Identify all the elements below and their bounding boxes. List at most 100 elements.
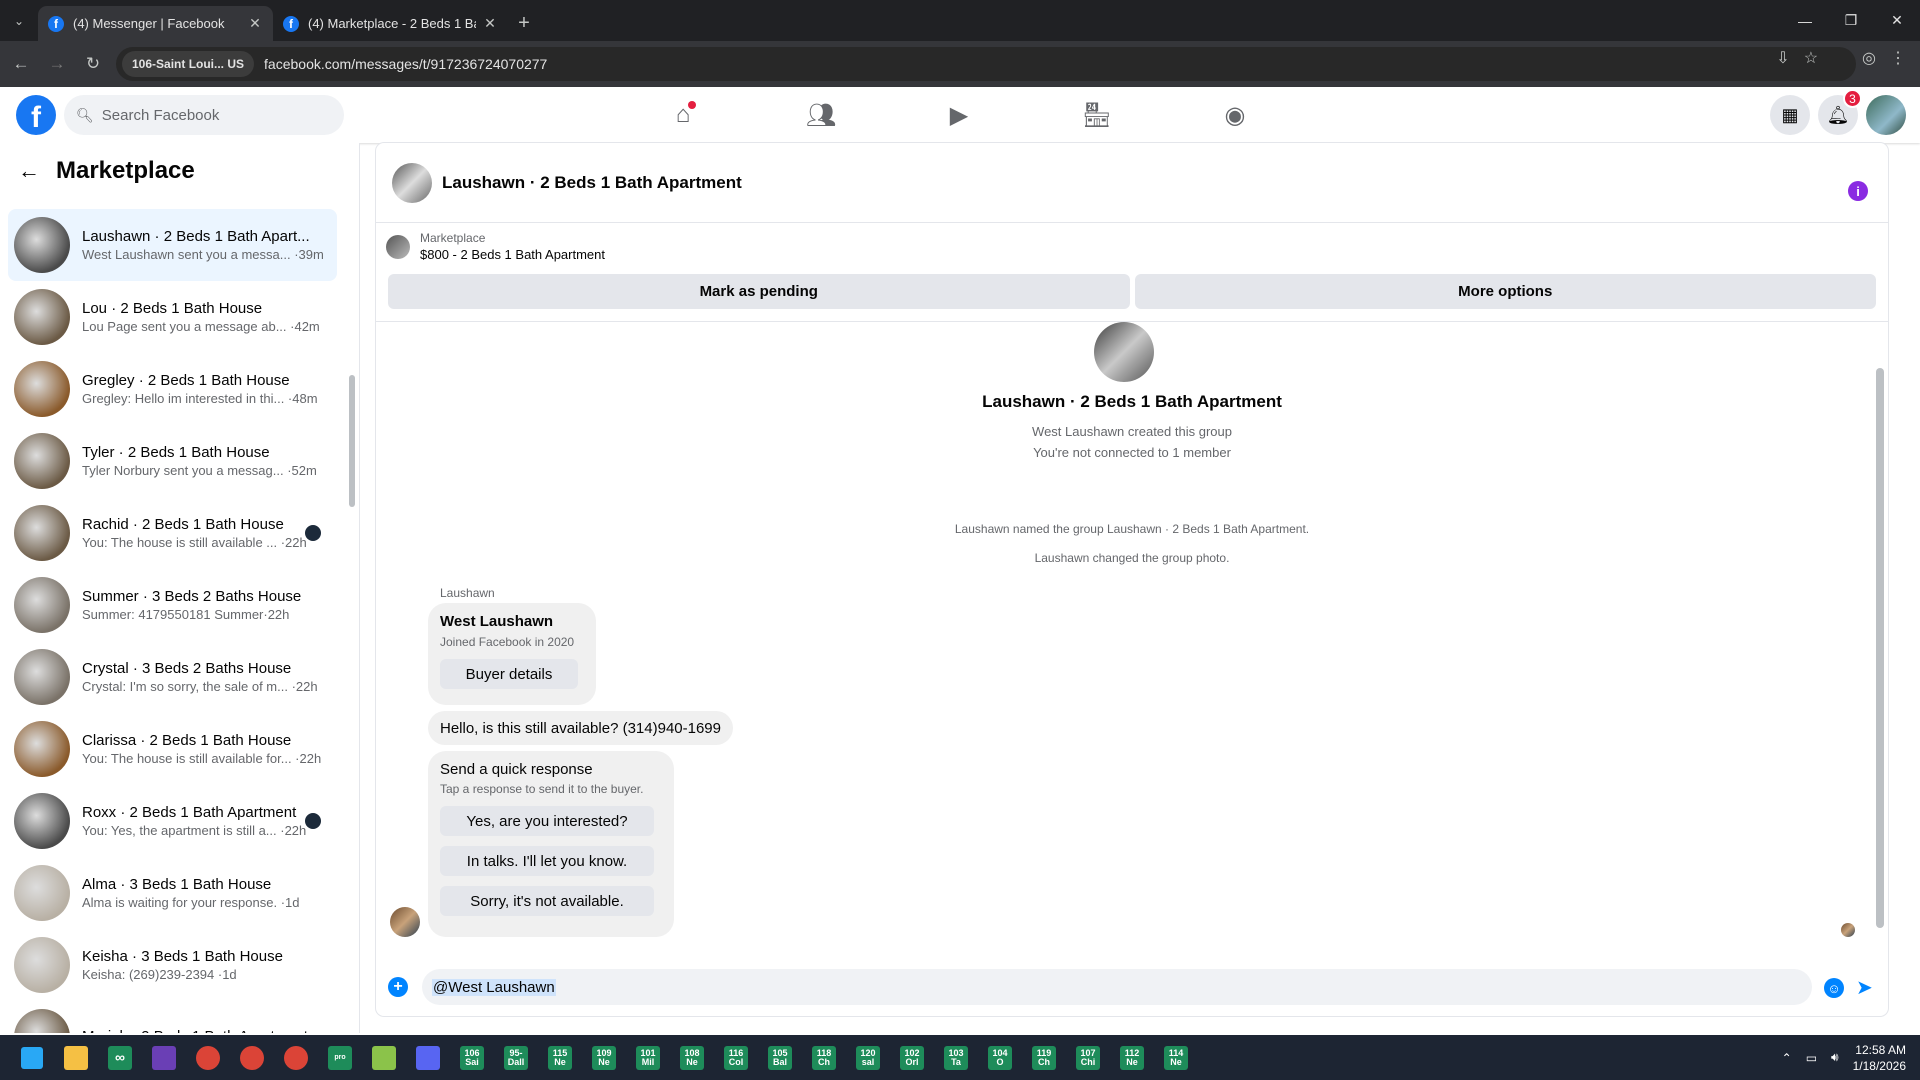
taskbar-app-icon[interactable]: 115 Ne — [542, 1040, 578, 1076]
taskbar-app-icon[interactable]: 114 Ne — [1158, 1040, 1194, 1076]
message-input[interactable]: @West Laushawn — [422, 969, 1812, 1005]
quick-response-not-available[interactable]: Sorry, it's not available. — [440, 886, 654, 916]
taskbar-app-icon[interactable]: 120 sal — [850, 1040, 886, 1076]
pro-file-icon[interactable]: pro — [322, 1040, 358, 1076]
chat-title[interactable]: Laushawn · 2 Beds 1 Bath Apartment — [442, 173, 742, 193]
scrollbar-thumb[interactable] — [1876, 368, 1884, 928]
conversation-item[interactable]: Crystal · 3 Beds 2 Baths House Crystal: I… — [8, 641, 337, 713]
taskbar-app-icon[interactable]: 109 Ne — [586, 1040, 622, 1076]
chrome-icon[interactable] — [190, 1040, 226, 1076]
notifications-bell-icon[interactable]: 🔔︎ 3 — [1818, 89, 1862, 135]
taskbar-app-icon[interactable]: 119 Ch — [1026, 1040, 1062, 1076]
conversation-preview: West Laushawn sent you a messa... ·39m — [82, 247, 324, 262]
url-field[interactable]: 106-Saint Loui... US facebook.com/messag… — [116, 47, 1856, 81]
more-actions-plus-icon[interactable]: + — [388, 977, 408, 997]
search-facebook-input[interactable]: 🔍︎ Search Facebook — [64, 95, 344, 135]
conversation-item[interactable]: Lou · 2 Beds 1 Bath House Lou Page sent y… — [8, 281, 337, 353]
clock[interactable]: 12:58 AM 1/18/2026 — [1853, 1042, 1906, 1074]
back-icon[interactable]: ← — [6, 49, 36, 79]
conversation-item[interactable]: Gregley · 2 Beds 1 Bath House Gregley: He… — [8, 353, 337, 425]
taskbar-app-icon[interactable]: 118 Ch — [806, 1040, 842, 1076]
message-bubble[interactable]: Hello, is this still available? (314)940… — [428, 711, 733, 745]
tray-chevron-icon[interactable]: ⌃ — [1782, 1051, 1792, 1065]
chat-scrollbar[interactable] — [1876, 328, 1884, 940]
taskbar-app-label: 105 Bal — [768, 1045, 792, 1070]
conversation-item[interactable]: Summer · 3 Beds 2 Baths House Summer: 417… — [8, 569, 337, 641]
forward-icon[interactable]: → — [42, 49, 72, 79]
conversation-item[interactable]: Tyler · 2 Beds 1 Bath House Tyler Norbury… — [8, 425, 337, 497]
facebook-favicon-icon: f — [283, 15, 299, 32]
volume-icon[interactable]: 🔊︎ — [1831, 1050, 1839, 1065]
info-icon[interactable]: i — [1848, 181, 1868, 201]
menu-grid-icon[interactable]: ▦ — [1770, 95, 1810, 135]
restore-icon[interactable]: ❐ — [1828, 0, 1874, 41]
conversation-item[interactable]: Keisha · 3 Beds 1 Bath House Keisha: (269… — [8, 929, 337, 1001]
menu-dots-icon[interactable]: ⋮ — [1890, 48, 1906, 68]
chat-header: Laushawn · 2 Beds 1 Bath Apartment — [376, 143, 1888, 223]
buyer-details-button[interactable]: Buyer details — [440, 659, 578, 689]
conversation-item[interactable]: Clarissa · 2 Beds 1 Bath House You: The h… — [8, 713, 337, 785]
profile-icon[interactable]: ◎ — [1862, 48, 1876, 68]
back-arrow-icon[interactable]: ← — [18, 158, 40, 184]
close-tab-icon[interactable]: ✕ — [482, 15, 498, 32]
conversation-thumbnail — [14, 505, 70, 561]
tab-search-icon[interactable]: ⌄ — [0, 0, 38, 41]
network-icon[interactable]: ▭ — [1806, 1051, 1817, 1065]
friends-icon[interactable]: 👥︎ — [752, 87, 890, 143]
conversation-item[interactable]: Laushawn · 2 Beds 1 Bath Apart... West La… — [8, 209, 337, 281]
facebook-logo-icon[interactable]: f — [16, 95, 56, 135]
taskbar-app-icon[interactable]: 102 Orl — [894, 1040, 930, 1076]
conversation-item[interactable]: Alma · 3 Beds 1 Bath House Alma is waitin… — [8, 857, 337, 929]
taskbar-app-icon[interactable]: 108 Ne — [674, 1040, 710, 1076]
marketplace-icon[interactable]: 🏪︎ — [1028, 87, 1166, 143]
bookmark-star-icon[interactable]: ☆ — [1804, 48, 1818, 68]
new-tab-button[interactable]: + — [508, 6, 540, 41]
taskbar-app-icon[interactable]: 103 Ta — [938, 1040, 974, 1076]
send-icon[interactable]: ➤ — [1856, 975, 1873, 1000]
tab-marketplace[interactable]: f (4) Marketplace - 2 Beds 1 Bath ✕ — [273, 6, 508, 41]
listing-info[interactable]: Marketplace $800 - 2 Beds 1 Bath Apartme… — [386, 231, 605, 262]
discord-app-icon[interactable] — [410, 1040, 446, 1076]
minimize-icon[interactable]: — — [1782, 0, 1828, 41]
close-tab-icon[interactable]: ✕ — [247, 15, 263, 32]
home-icon[interactable]: ⌂ — [614, 87, 752, 143]
conversation-item[interactable]: Mariah · 2 Beds 1 Bath Apartment — [8, 1001, 337, 1033]
sender-avatar[interactable] — [390, 907, 420, 937]
groups-icon[interactable]: ◉ — [1166, 87, 1304, 143]
taskbar-app-icon[interactable]: 95- Dall — [498, 1040, 534, 1076]
reload-icon[interactable]: ↻ — [78, 49, 108, 79]
notepad-icon[interactable] — [366, 1040, 402, 1076]
quick-response-in-talks[interactable]: In talks. I'll let you know. — [440, 846, 654, 876]
file-explorer-icon[interactable] — [58, 1040, 94, 1076]
emoji-icon[interactable]: ☺ — [1824, 978, 1844, 998]
visual-studio-icon[interactable] — [146, 1040, 182, 1076]
chrome-profile-h-icon[interactable] — [234, 1040, 270, 1076]
taskbar-app-icon[interactable]: 116 Col — [718, 1040, 754, 1076]
taskbar-app-icon[interactable]: 106 Sai — [454, 1040, 490, 1076]
quick-response-card: Send a quick response Tap a response to … — [428, 751, 674, 937]
taskbar-app-icon[interactable]: 101 Mil — [630, 1040, 666, 1076]
sidebar-scrollbar[interactable] — [348, 195, 356, 1031]
app-infinity-icon[interactable]: ∞ — [102, 1040, 138, 1076]
conversation-item[interactable]: Rachid · 2 Beds 1 Bath House You: The hou… — [8, 497, 337, 569]
mark-as-pending-button[interactable]: Mark as pending — [388, 274, 1130, 309]
taskbar-app-icon[interactable]: 107 Chi — [1070, 1040, 1106, 1076]
taskbar-app-label: 120 sal — [856, 1045, 880, 1070]
close-window-icon[interactable]: ✕ — [1874, 0, 1920, 41]
chat-avatar[interactable] — [392, 162, 432, 203]
quick-response-yes[interactable]: Yes, are you interested? — [440, 806, 654, 836]
conversation-item[interactable]: Roxx · 2 Beds 1 Bath Apartment You: Yes, … — [8, 785, 337, 857]
install-app-icon[interactable]: ⇩ — [1776, 48, 1789, 68]
taskbar-app-icon[interactable]: 105 Bal — [762, 1040, 798, 1076]
video-icon[interactable]: ▶ — [890, 87, 1028, 143]
start-windows-icon[interactable] — [14, 1040, 50, 1076]
taskbar-app-label: 116 Col — [724, 1045, 748, 1070]
taskbar-app-icon[interactable]: 112 Ne — [1114, 1040, 1150, 1076]
taskbar-app-icon[interactable]: 104 O — [982, 1040, 1018, 1076]
more-options-button[interactable]: More options — [1134, 274, 1876, 309]
site-info-chip[interactable]: 106-Saint Loui... US — [122, 51, 255, 77]
scrollbar-thumb[interactable] — [349, 375, 355, 507]
tab-messenger[interactable]: f (4) Messenger | Facebook ✕ — [38, 6, 273, 41]
chrome-profile-m-icon[interactable] — [278, 1040, 314, 1076]
account-avatar[interactable] — [1866, 95, 1906, 135]
